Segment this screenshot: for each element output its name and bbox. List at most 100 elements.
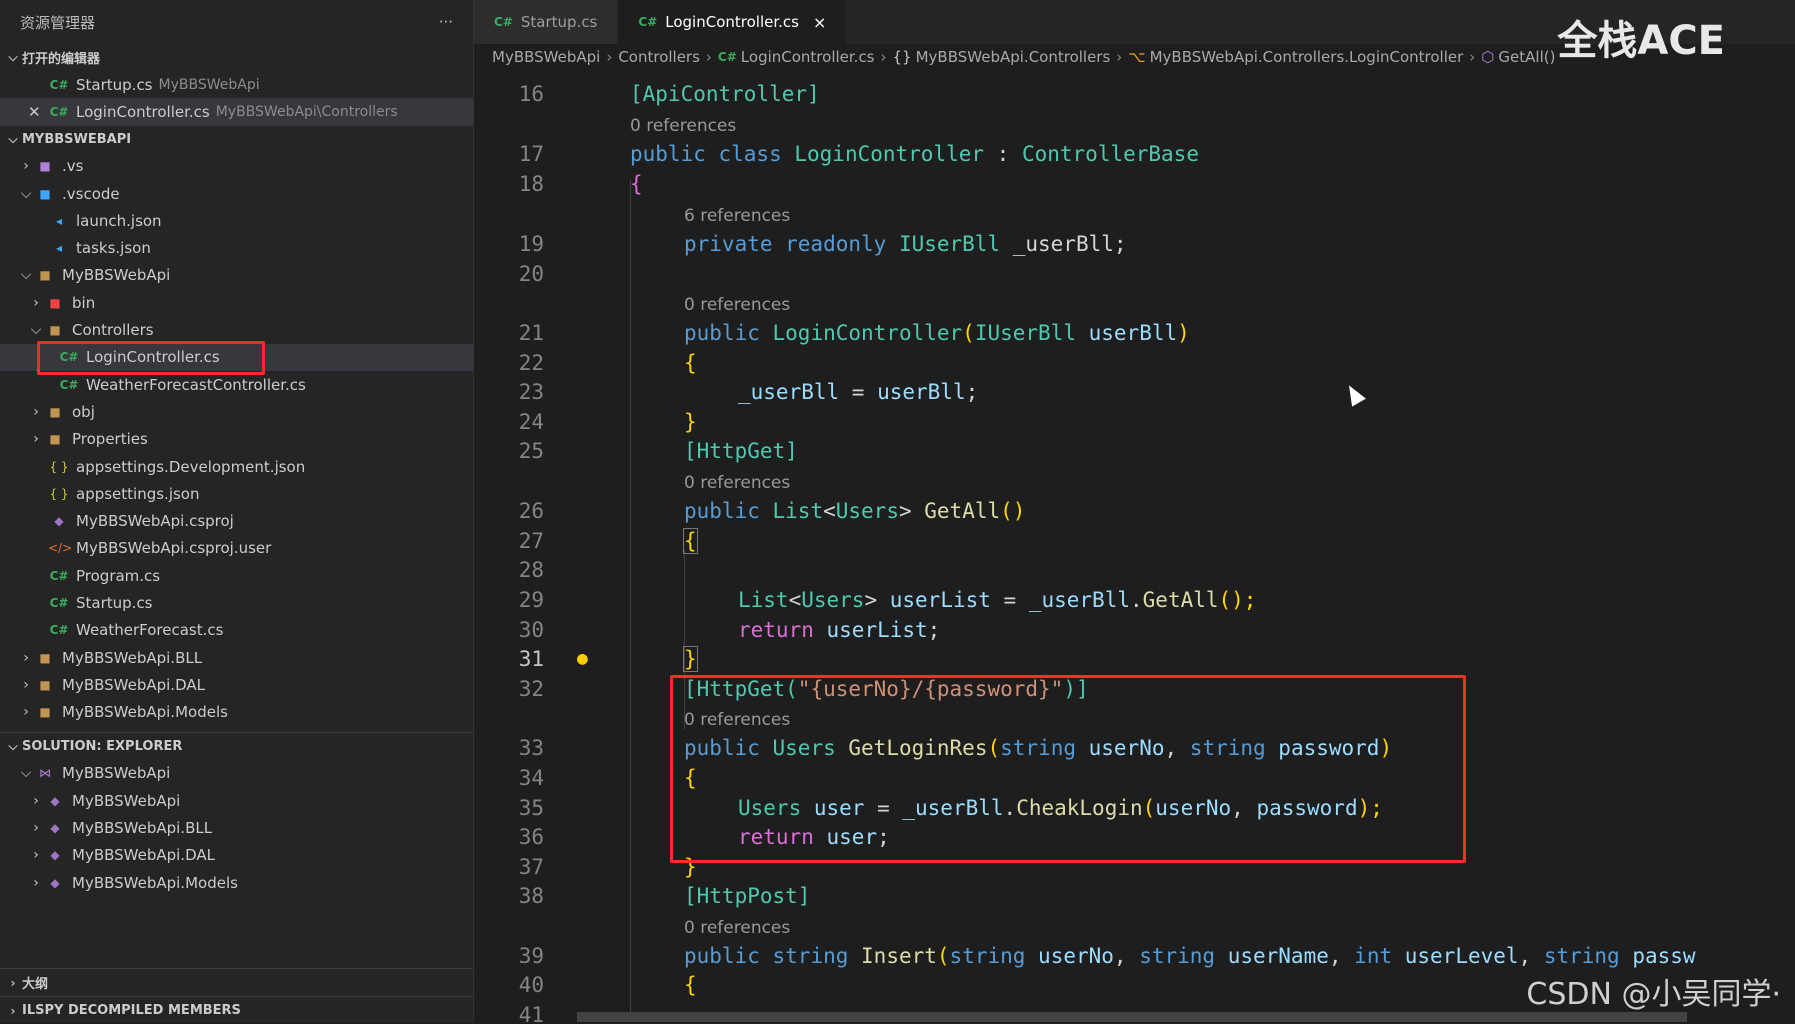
line-number: 39 bbox=[518, 944, 544, 968]
csharp-icon: C# bbox=[49, 595, 69, 610]
chevron-right-icon: › bbox=[33, 294, 39, 311]
project-icon: ◆ bbox=[50, 848, 60, 863]
csharp-icon: C# bbox=[49, 104, 69, 119]
close-icon[interactable]: ✕ bbox=[28, 103, 48, 121]
tree-item[interactable]: C# WeatherForecast.cs bbox=[0, 617, 473, 644]
codelens-references[interactable]: 6 references bbox=[684, 206, 790, 226]
solution-item[interactable]: › ◆ MyBBSWebApi bbox=[0, 787, 473, 814]
namespace-icon: {} bbox=[892, 48, 912, 66]
line-number: 23 bbox=[518, 380, 544, 404]
more-actions-icon[interactable]: ··· bbox=[439, 13, 453, 31]
open-editor-item[interactable]: C# Startup.cs MyBBSWebApi bbox=[0, 71, 473, 98]
open-editors-section[interactable]: ⌵ 打开的编辑器 bbox=[0, 44, 473, 71]
ilspy-section[interactable]: › ILSPY DECOMPILED MEMBERS bbox=[0, 996, 473, 1024]
chevron-down-icon: ⌵ bbox=[8, 50, 18, 64]
codelens-references[interactable]: 0 references bbox=[684, 918, 790, 938]
tree-item[interactable]: C# Program.cs bbox=[0, 562, 473, 589]
tree-item[interactable]: › ■ Properties bbox=[0, 426, 473, 453]
solution-item[interactable]: ⌵ ⋈ MyBBSWebApi bbox=[0, 760, 473, 787]
open-editor-item[interactable]: ✕ C# LoginController.cs MyBBSWebApi\Control… bbox=[0, 98, 473, 126]
lightbulb-icon[interactable]: ● bbox=[577, 648, 588, 669]
solution-explorer-section[interactable]: ⌵ SOLUTION: EXPLORER bbox=[0, 731, 473, 760]
breadcrumb-item[interactable]: MyBBSWebApi.Controllers.LoginController bbox=[1150, 48, 1464, 66]
tree-item[interactable]: › ■ .vs bbox=[0, 153, 473, 180]
class-icon: ⌥ bbox=[1128, 48, 1146, 66]
folder-icon: ■ bbox=[39, 705, 51, 720]
code-line: public string Insert(string userNo, stri… bbox=[684, 944, 1696, 968]
solution-item[interactable]: › ◆ MyBBSWebApi.Models bbox=[0, 869, 473, 896]
tree-item[interactable]: › ■ MyBBSWebApi.DAL bbox=[0, 671, 473, 698]
close-icon[interactable]: × bbox=[813, 13, 826, 32]
codelens-references[interactable]: 0 references bbox=[684, 473, 790, 493]
outline-section[interactable]: › 大纲 bbox=[0, 968, 473, 996]
tab-startup[interactable]: C# Startup.cs bbox=[474, 0, 619, 44]
breadcrumb-item[interactable]: Controllers bbox=[618, 48, 700, 66]
code-line: private readonly IUserBll _userBll; bbox=[684, 232, 1127, 256]
tree-item[interactable]: </> MyBBSWebApi.csproj.user bbox=[0, 535, 473, 562]
line-number: 21 bbox=[518, 321, 544, 345]
tree-item[interactable]: › ■ bin bbox=[0, 289, 473, 316]
horizontal-scrollbar[interactable] bbox=[577, 1012, 1687, 1022]
code-editor[interactable]: 16 17 18 19 20 21 22 23 24 25 26 27 28 2… bbox=[474, 70, 1795, 1023]
code-line: _userBll = userBll; bbox=[738, 380, 979, 404]
code-line: public List<Users> GetAll() bbox=[684, 499, 1026, 523]
codelens-references[interactable]: 0 references bbox=[630, 116, 736, 136]
code-line: public LoginController(IUserBll userBll) bbox=[684, 321, 1190, 345]
tree-item[interactable]: ◂ launch.json bbox=[0, 207, 473, 234]
indent-guide bbox=[630, 180, 631, 1020]
folder-icon: ■ bbox=[39, 677, 51, 692]
csharp-icon: C# bbox=[494, 15, 513, 29]
vscode-icon: ◂ bbox=[55, 241, 63, 256]
line-number: 37 bbox=[518, 855, 544, 879]
tree-item[interactable]: ⌵ ■ Controllers bbox=[0, 316, 473, 343]
csharp-icon: C# bbox=[638, 15, 658, 29]
csharp-icon: C# bbox=[49, 77, 69, 92]
solution-item[interactable]: › ◆ MyBBSWebApi.DAL bbox=[0, 842, 473, 869]
code-line: { bbox=[683, 528, 698, 554]
code-line: { bbox=[684, 973, 697, 997]
project-icon: ◆ bbox=[50, 875, 60, 890]
line-number: 28 bbox=[518, 558, 544, 582]
tab-logincontroller[interactable]: C# LoginController.cs × bbox=[618, 0, 848, 44]
folder-icon: ■ bbox=[49, 432, 61, 447]
breadcrumb-item[interactable]: MyBBSWebApi bbox=[492, 48, 600, 66]
line-number: 24 bbox=[518, 410, 544, 434]
code-line: } bbox=[684, 410, 697, 434]
breadcrumb-item[interactable]: MyBBSWebApi.Controllers bbox=[916, 48, 1111, 66]
highlight-box-file bbox=[37, 341, 265, 375]
chevron-right-icon: › bbox=[23, 676, 29, 693]
tree-item[interactable]: C# WeatherForecastController.cs bbox=[0, 371, 473, 398]
tree-item[interactable]: { } appsettings.json bbox=[0, 480, 473, 507]
project-section[interactable]: ⌵ MYBBSWEBAPI bbox=[0, 126, 473, 153]
watermark-logo: 全栈ACE bbox=[1557, 18, 1725, 64]
chevron-down-icon: ⌵ bbox=[20, 765, 32, 782]
tree-item[interactable]: › ■ MyBBSWebApi.BLL bbox=[0, 644, 473, 671]
project-icon: ◆ bbox=[50, 821, 60, 836]
solution-item[interactable]: › ◆ MyBBSWebApi.BLL bbox=[0, 814, 473, 841]
tree-item[interactable]: { } appsettings.Development.json bbox=[0, 453, 473, 480]
code-line: public class LoginController : Controlle… bbox=[630, 142, 1199, 166]
line-number: 25 bbox=[518, 439, 544, 463]
folder-icon: ■ bbox=[39, 159, 51, 174]
json-icon: { } bbox=[49, 486, 69, 501]
vscode-icon: ◂ bbox=[55, 213, 63, 228]
project-icon: ◆ bbox=[54, 514, 64, 529]
code-line: { bbox=[630, 172, 643, 196]
tree-item[interactable]: C# Startup.cs bbox=[0, 589, 473, 616]
tree-item[interactable]: ◂ tasks.json bbox=[0, 234, 473, 261]
codelens-references[interactable]: 0 references bbox=[684, 295, 790, 315]
folder-icon: ■ bbox=[49, 323, 61, 338]
tree-item[interactable]: ⌵ ■ .vscode bbox=[0, 180, 473, 207]
tree-item[interactable]: › ■ MyBBSWebApi.Models bbox=[0, 699, 473, 726]
method-icon: ⬡ bbox=[1481, 48, 1495, 66]
folder-icon: ■ bbox=[49, 404, 61, 419]
breadcrumb-item[interactable]: LoginController.cs bbox=[741, 48, 875, 66]
breadcrumb-item[interactable]: GetAll() bbox=[1498, 48, 1555, 66]
line-number: 20 bbox=[518, 262, 544, 286]
line-number: 31 bbox=[518, 647, 544, 671]
line-number: 35 bbox=[518, 796, 544, 820]
tree-item[interactable]: ◆ MyBBSWebApi.csproj bbox=[0, 507, 473, 534]
line-number: 40 bbox=[518, 973, 544, 997]
tree-item[interactable]: › ■ obj bbox=[0, 398, 473, 425]
tree-item[interactable]: ⌵ ■ MyBBSWebApi bbox=[0, 262, 473, 289]
